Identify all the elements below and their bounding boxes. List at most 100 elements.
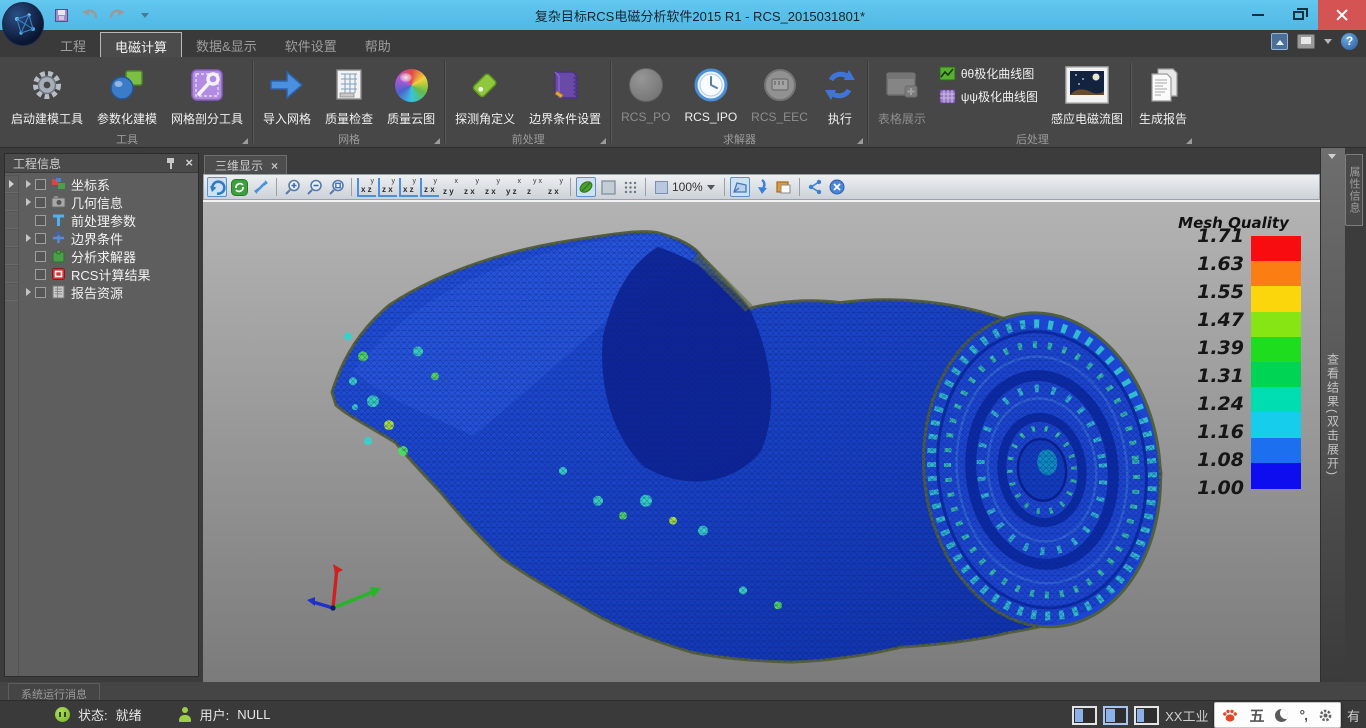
zoom-in-button[interactable] <box>282 177 302 197</box>
render-shaded-button[interactable] <box>576 177 596 197</box>
generate-report-button[interactable]: 生成报告 <box>1132 59 1194 129</box>
refresh-view-button[interactable] <box>229 177 249 197</box>
dialog-launcher-icon[interactable] <box>1186 138 1192 144</box>
boundary-condition-settings-button[interactable]: 边界条件设置 <box>522 59 608 129</box>
parametric-modeling-button[interactable]: 参数化建模 <box>90 59 164 129</box>
layout-dropdown-icon[interactable] <box>1324 39 1332 44</box>
window-layout-button[interactable] <box>1297 34 1315 49</box>
pin-icon[interactable] <box>165 157 177 169</box>
undo-button[interactable] <box>80 6 98 24</box>
axes-triad-icon <box>303 560 387 622</box>
view-right-button[interactable]: yz x <box>420 178 439 197</box>
layout-left-panel-button[interactable] <box>1072 706 1097 725</box>
properties-panel-tab[interactable]: 属性信息 <box>1345 154 1363 226</box>
zoom-extent-button[interactable] <box>326 177 346 197</box>
tab-help[interactable]: 帮助 <box>351 32 405 57</box>
tab-3d-display[interactable]: 三维显示 × <box>204 155 287 174</box>
zoom-level-selector[interactable]: 100% <box>651 180 719 194</box>
zoom-out-button[interactable] <box>304 177 324 197</box>
tab-data-display[interactable]: 数据&显示 <box>182 32 271 57</box>
strip-dropdown-icon[interactable] <box>1328 154 1336 159</box>
quality-check-button[interactable]: 质量检查 <box>318 59 380 129</box>
checkbox[interactable] <box>35 197 46 208</box>
checkbox[interactable] <box>35 233 46 244</box>
import-mesh-button[interactable]: 导入网格 <box>256 59 318 129</box>
share-button[interactable] <box>805 177 825 197</box>
quality-contour-button[interactable]: 质量云图 <box>380 59 442 129</box>
dialog-launcher-icon[interactable] <box>242 138 248 144</box>
panel-close-icon[interactable]: × <box>185 157 193 169</box>
tree-item-coordinate-system[interactable]: 坐标系 <box>19 175 198 193</box>
checkbox[interactable] <box>35 287 46 298</box>
user-value: NULL <box>237 707 270 722</box>
save-icon <box>55 9 68 22</box>
psi-polarization-curve-button[interactable]: ψψ极化曲线图 <box>939 88 1038 105</box>
redo-button[interactable] <box>108 6 126 24</box>
import-view-button[interactable] <box>752 177 772 197</box>
induced-current-map-button[interactable]: 感应电磁流图 <box>1044 59 1130 129</box>
restore-button[interactable] <box>1278 0 1318 30</box>
tab-em-computation[interactable]: 电磁计算 <box>100 32 182 57</box>
dialog-launcher-icon[interactable] <box>434 138 440 144</box>
legend-scale: 1.71 1.63 1.55 1.47 1.39 1.31 1.24 1.16 … <box>1161 236 1306 488</box>
tree-item-report-resources[interactable]: 报告资源 <box>19 283 198 301</box>
ime-settings-gear-icon[interactable] <box>1318 708 1333 723</box>
tree-item-preprocess-params[interactable]: 前处理参数 <box>19 211 198 229</box>
minimize-button[interactable] <box>1238 0 1278 30</box>
close-view-button[interactable] <box>827 177 847 197</box>
zoom-dropdown-icon[interactable] <box>707 185 715 190</box>
theta-polarization-curve-button[interactable]: θθ极化曲线图 <box>939 65 1038 82</box>
ime-moon-icon[interactable] <box>1275 709 1288 722</box>
fit-zoom-button[interactable] <box>251 177 271 197</box>
tree-item-rcs-results[interactable]: RCS计算结果 <box>19 265 198 283</box>
tree-item-analysis-solver[interactable]: 分析求解器 <box>19 247 198 265</box>
tree-item-geometry-info[interactable]: 几何信息 <box>19 193 198 211</box>
render-flat-button[interactable] <box>598 177 618 197</box>
window-controls <box>1238 0 1366 30</box>
view-angle-button[interactable] <box>730 177 750 197</box>
view-iso-4-button[interactable]: yz x <box>546 178 565 197</box>
help-button[interactable]: ? <box>1341 33 1358 50</box>
view-top-button[interactable]: xz y <box>441 178 460 197</box>
layout-bottom-panel-button[interactable] <box>1134 706 1159 725</box>
execute-button[interactable]: 执行 <box>815 59 865 129</box>
viewport-toolbar: yx z yz x yx z yz x xz y yz x yz x xy z … <box>203 174 1320 200</box>
view-iso-3-button[interactable]: y xz <box>525 178 544 197</box>
tree-item-boundary-condition[interactable]: 边界条件 <box>19 229 198 247</box>
checkbox[interactable] <box>35 215 46 226</box>
checkbox[interactable] <box>35 251 46 262</box>
save-button[interactable] <box>52 6 70 24</box>
tab-project[interactable]: 工程 <box>46 32 100 57</box>
tab-software-settings[interactable]: 软件设置 <box>271 32 351 57</box>
view-left-button[interactable]: yx z <box>399 178 418 197</box>
tab-close-icon[interactable]: × <box>271 159 278 173</box>
collapse-ribbon-button[interactable] <box>1271 33 1288 50</box>
render-points-button[interactable] <box>620 177 640 197</box>
ime-paw-icon[interactable] <box>1222 708 1238 723</box>
mesh-partition-tool-button[interactable]: 网格剖分工具 <box>164 59 250 129</box>
dialog-launcher-icon[interactable] <box>857 138 863 144</box>
view-back-button[interactable]: yz x <box>378 178 397 197</box>
rotate-button[interactable] <box>207 177 227 197</box>
view-front-button[interactable]: yx z <box>357 178 376 197</box>
launch-modeling-tool-button[interactable]: 启动建模工具 <box>4 59 90 129</box>
checkbox[interactable] <box>35 269 46 280</box>
copy-image-button[interactable] <box>774 177 794 197</box>
ime-toolbar[interactable]: 五 °, <box>1214 702 1341 728</box>
layout-split-panel-button[interactable] <box>1103 706 1128 725</box>
3d-canvas[interactable]: Mesh Quality 1.71 1.63 1.55 1.47 1.39 1.… <box>203 200 1320 682</box>
view-bottom-button[interactable]: yz x <box>462 178 481 197</box>
ime-wubi-mode[interactable]: 五 <box>1249 705 1264 726</box>
rcs-ipo-button[interactable]: RCS_IPO <box>677 59 744 126</box>
system-messages-tab[interactable]: 系统运行消息 <box>8 683 100 700</box>
probe-angle-definition-button[interactable]: 探测角定义 <box>448 59 522 129</box>
results-panel-tab[interactable]: 查看结果(双击展开) <box>1320 148 1345 682</box>
close-button[interactable] <box>1318 0 1366 30</box>
view-iso-1-button[interactable]: yz x <box>483 178 502 197</box>
view-iso-2-button[interactable]: xy z <box>504 178 523 197</box>
qat-dropdown-button[interactable] <box>136 6 154 24</box>
zoom-level-value: 100% <box>672 180 703 194</box>
dialog-launcher-icon[interactable] <box>600 138 606 144</box>
checkbox[interactable] <box>35 179 46 190</box>
ime-punctuation-icon[interactable]: °, <box>1299 707 1307 723</box>
